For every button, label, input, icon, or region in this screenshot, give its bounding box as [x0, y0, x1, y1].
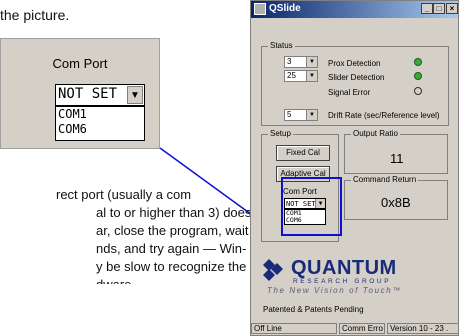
- status-version: Version 10 - 23 .: [387, 323, 459, 334]
- close-button[interactable]: ×: [446, 3, 458, 14]
- spinner-value: 25: [287, 71, 296, 80]
- chevron-down-icon[interactable]: ▼: [306, 57, 317, 67]
- output-ratio-title: Output Ratio: [351, 129, 400, 138]
- window-title: QSlide: [269, 3, 301, 14]
- title-bar: QSlide _ □ ×: [251, 1, 458, 18]
- spinner-value: 3: [287, 57, 292, 66]
- com-port-highlight-box: [281, 177, 342, 236]
- quantum-logo: QUANTUM RESEARCH GROUP The New Vision of…: [259, 257, 449, 297]
- qslide-window: QSlide _ □ × Status 3 ▼ 25 ▼ 5 ▼ Prox Detec…: [250, 0, 459, 336]
- command-return-group: Command Return 0x8B: [344, 175, 448, 220]
- output-ratio-value: 11: [390, 151, 404, 166]
- signal-error-led-icon: [414, 87, 422, 95]
- logo-subtitle: RESEARCH GROUP: [293, 278, 392, 285]
- status-group-title: Status: [268, 41, 295, 50]
- prox-spinner[interactable]: 3 ▼: [284, 56, 318, 68]
- quantum-diamond-icon: [263, 259, 283, 281]
- patent-text: Patented & Patents Pending: [263, 305, 364, 314]
- output-ratio-group: Output Ratio 11: [344, 129, 448, 174]
- app-icon: [254, 3, 266, 15]
- maximize-button[interactable]: □: [433, 3, 445, 14]
- chevron-down-icon[interactable]: ▼: [306, 71, 317, 81]
- slider-detection-label: Slider Detection: [328, 73, 385, 82]
- status-connection: Off Line: [251, 323, 337, 334]
- signal-error-label: Signal Error: [328, 88, 371, 97]
- status-bar: Off Line Comm Erro Version 10 - 23 .: [251, 323, 459, 335]
- logo-word: QUANTUM: [291, 257, 397, 279]
- logo-tagline: The New Vision of Touch™: [267, 286, 402, 295]
- fixed-cal-button[interactable]: Fixed Cal: [276, 145, 330, 161]
- slider-led-icon: [414, 72, 422, 80]
- prox-led-icon: [414, 58, 422, 66]
- slider-spinner[interactable]: 25 ▼: [284, 70, 318, 82]
- spinner-value: 5: [287, 110, 292, 119]
- status-error: Comm Erro: [339, 323, 385, 334]
- drift-rate-label: Drift Rate (sec/Reference level): [328, 111, 440, 120]
- command-return-value: 0x8B: [381, 195, 411, 210]
- chevron-down-icon[interactable]: ▼: [306, 110, 317, 120]
- status-group: Status 3 ▼ 25 ▼ 5 ▼ Prox Detection Slider D…: [261, 41, 449, 126]
- drift-spinner[interactable]: 5 ▼: [284, 109, 318, 121]
- command-return-title: Command Return: [351, 175, 419, 184]
- minimize-button[interactable]: _: [421, 3, 433, 14]
- setup-group-title: Setup: [268, 129, 293, 138]
- prox-detection-label: Prox Detection: [328, 59, 381, 68]
